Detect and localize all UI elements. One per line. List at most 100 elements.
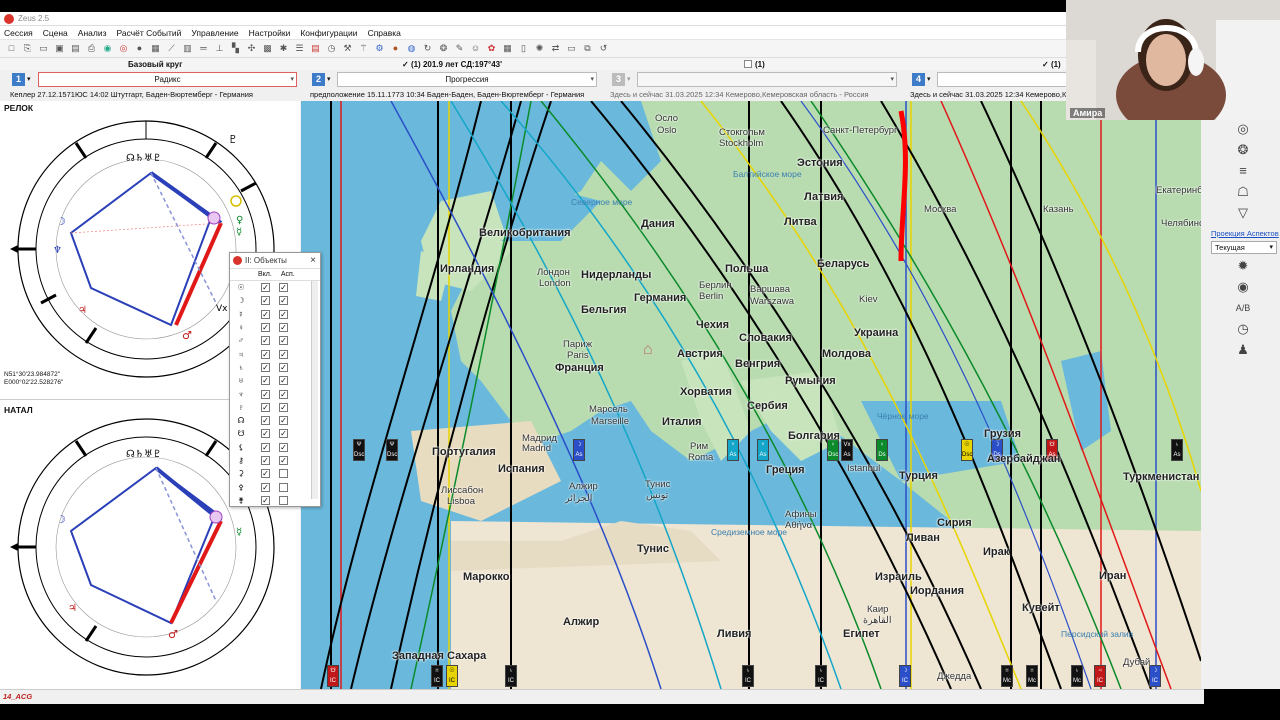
zodiac2-icon[interactable]: ✹: [1235, 258, 1251, 274]
wheel-icon[interactable]: ◎: [1235, 121, 1251, 137]
list-icon[interactable]: ☰: [294, 43, 305, 54]
object-aspect-checkbox[interactable]: ✓: [279, 416, 288, 426]
object-on-checkbox[interactable]: ✓: [261, 442, 270, 452]
acg-marker[interactable]: ♄ IC: [815, 665, 827, 687]
slot3-select[interactable]: ▾: [637, 71, 897, 87]
settings2-icon[interactable]: ✺: [534, 43, 545, 54]
object-aspect-checkbox[interactable]: ✓: [279, 309, 288, 319]
slot4-check[interactable]: ✓ (1): [1042, 60, 1061, 69]
projection-select[interactable]: Текущая ▾: [1211, 241, 1277, 254]
acg-marker[interactable]: ♅ Mc: [1001, 665, 1013, 687]
acg-marker[interactable]: Vx As: [841, 439, 853, 461]
object-on-checkbox[interactable]: ✓: [261, 296, 270, 306]
print-icon[interactable]: ⎙: [86, 43, 97, 54]
star-icon[interactable]: ✱: [278, 43, 289, 54]
zodiac-icon[interactable]: ❂: [1235, 142, 1251, 158]
filter-icon[interactable]: ▽: [1235, 205, 1251, 221]
objects-scrollbar[interactable]: [311, 281, 318, 499]
acg-marker[interactable]: ♄ IC: [742, 665, 754, 687]
clock-icon[interactable]: ◷: [326, 43, 337, 54]
object-aspect-checkbox[interactable]: [279, 482, 288, 492]
atom-icon[interactable]: ✣: [246, 43, 257, 54]
acg-marker[interactable]: ♃ IC: [1094, 665, 1106, 687]
menu-events[interactable]: Расчёт Событий: [116, 28, 181, 38]
folder-icon[interactable]: ▭: [38, 43, 49, 54]
acg-marker[interactable]: Ψ Dsc: [386, 439, 398, 461]
slot1-dropdown-icon[interactable]: ▾: [27, 75, 31, 83]
object-on-checkbox[interactable]: ✓: [261, 429, 270, 439]
object-aspect-checkbox[interactable]: ✓: [279, 376, 288, 386]
object-on-checkbox[interactable]: ✓: [261, 402, 270, 412]
slot2-select[interactable]: Прогрессия ▾: [337, 71, 597, 87]
object-on-checkbox[interactable]: ✓: [261, 469, 270, 479]
acg-marker[interactable]: ♄ IC: [505, 665, 517, 687]
acg-marker[interactable]: ♅ IC: [431, 665, 443, 687]
object-aspect-checkbox[interactable]: ✓: [279, 349, 288, 359]
axis-icon[interactable]: ⊥: [214, 43, 225, 54]
globe-icon[interactable]: ◍: [406, 43, 417, 54]
slot2-dropdown-icon[interactable]: ▾: [327, 75, 331, 83]
grid2-icon[interactable]: ▩: [262, 43, 273, 54]
gear-icon[interactable]: ⚙: [374, 43, 385, 54]
acg-marker[interactable]: ♄ As: [1171, 439, 1183, 461]
object-on-checkbox[interactable]: ✓: [261, 495, 270, 505]
clock-icon[interactable]: ◷: [1235, 321, 1251, 337]
close-icon[interactable]: ×: [310, 255, 316, 266]
object-on-checkbox[interactable]: ✓: [261, 349, 270, 359]
acg-marker[interactable]: ☉ Dsc: [961, 439, 973, 461]
menu-help[interactable]: Справка: [368, 28, 401, 38]
person-icon[interactable]: ☖: [1235, 184, 1251, 200]
slot4-select[interactable]: [937, 71, 1077, 87]
acg-marker[interactable]: ♆ As: [757, 439, 769, 461]
acg-marker[interactable]: ☽ IC: [1149, 665, 1161, 687]
wheel-icon[interactable]: ❂: [438, 43, 449, 54]
object-aspect-checkbox[interactable]: ✓: [279, 362, 288, 372]
acg-marker[interactable]: ☉ IC: [446, 665, 458, 687]
object-aspect-checkbox[interactable]: ✓: [279, 456, 288, 465]
color-icon[interactable]: ✿: [486, 43, 497, 54]
object-aspect-checkbox[interactable]: ✓: [279, 323, 288, 333]
redo-icon[interactable]: ↺: [598, 43, 609, 54]
acg-marker[interactable]: ♀ Ds: [876, 439, 888, 461]
calendar-icon[interactable]: ▤: [310, 43, 321, 54]
acg-marker[interactable]: ♅ Mc: [1026, 665, 1038, 687]
doc-icon[interactable]: ▤: [70, 43, 81, 54]
refresh-icon[interactable]: ↻: [422, 43, 433, 54]
table-icon[interactable]: ▦: [150, 43, 161, 54]
slot4-dropdown-icon[interactable]: ▾: [927, 75, 931, 83]
menu-session[interactable]: Сессия: [4, 28, 33, 38]
menu-control[interactable]: Управление: [191, 28, 238, 38]
menu-analysis[interactable]: Анализ: [78, 28, 107, 38]
object-on-checkbox[interactable]: ✓: [261, 416, 270, 426]
people-icon[interactable]: ♟: [1235, 342, 1251, 358]
menu-settings[interactable]: Настройки: [249, 28, 291, 38]
shuffle-icon[interactable]: ⇄: [550, 43, 561, 54]
object-on-checkbox[interactable]: ✓: [261, 456, 270, 465]
slot1-select[interactable]: Радикс ▾: [38, 71, 297, 87]
object-aspect-checkbox[interactable]: ✓: [279, 336, 288, 346]
save-icon[interactable]: ▣: [54, 43, 65, 54]
acg-marker[interactable]: ♄ Mc: [1071, 665, 1083, 687]
menu-configs[interactable]: Конфигурации: [300, 28, 357, 38]
object-aspect-checkbox[interactable]: ✓: [279, 296, 288, 306]
object-on-checkbox[interactable]: ✓: [261, 309, 270, 319]
object-aspect-checkbox[interactable]: ✓: [279, 283, 288, 293]
wand-icon[interactable]: ⚚: [358, 43, 369, 54]
object-on-checkbox[interactable]: ✓: [261, 362, 270, 372]
chart-icon[interactable]: ⟋: [166, 43, 177, 54]
slot3-dropdown-icon[interactable]: ▾: [627, 75, 631, 83]
object-aspect-checkbox[interactable]: [279, 495, 288, 505]
astrocartography-map[interactable]: Ψ Dsc Ψ Dsc ☽ As ♆ As ♆ As ♀ Dsc Vx As ♀ Ds ☉ Dsc…: [301, 101, 1201, 689]
open-icon[interactable]: ⎘: [22, 43, 33, 54]
grid3-icon[interactable]: ▦: [502, 43, 513, 54]
object-aspect-checkbox[interactable]: [279, 469, 288, 479]
eye-icon[interactable]: ◉: [1235, 279, 1251, 295]
menu-scene[interactable]: Сцена: [43, 28, 68, 38]
lines-icon[interactable]: ≡: [1235, 163, 1251, 179]
ab-icon[interactable]: A/B: [1235, 300, 1251, 316]
acg-marker[interactable]: Ψ Dsc: [353, 439, 365, 461]
planet-icon[interactable]: ●: [390, 43, 401, 54]
acg-marker[interactable]: ♆ As: [727, 439, 739, 461]
acg-marker[interactable]: ☋ IC: [327, 665, 339, 687]
layout-icon[interactable]: ▚: [230, 43, 241, 54]
